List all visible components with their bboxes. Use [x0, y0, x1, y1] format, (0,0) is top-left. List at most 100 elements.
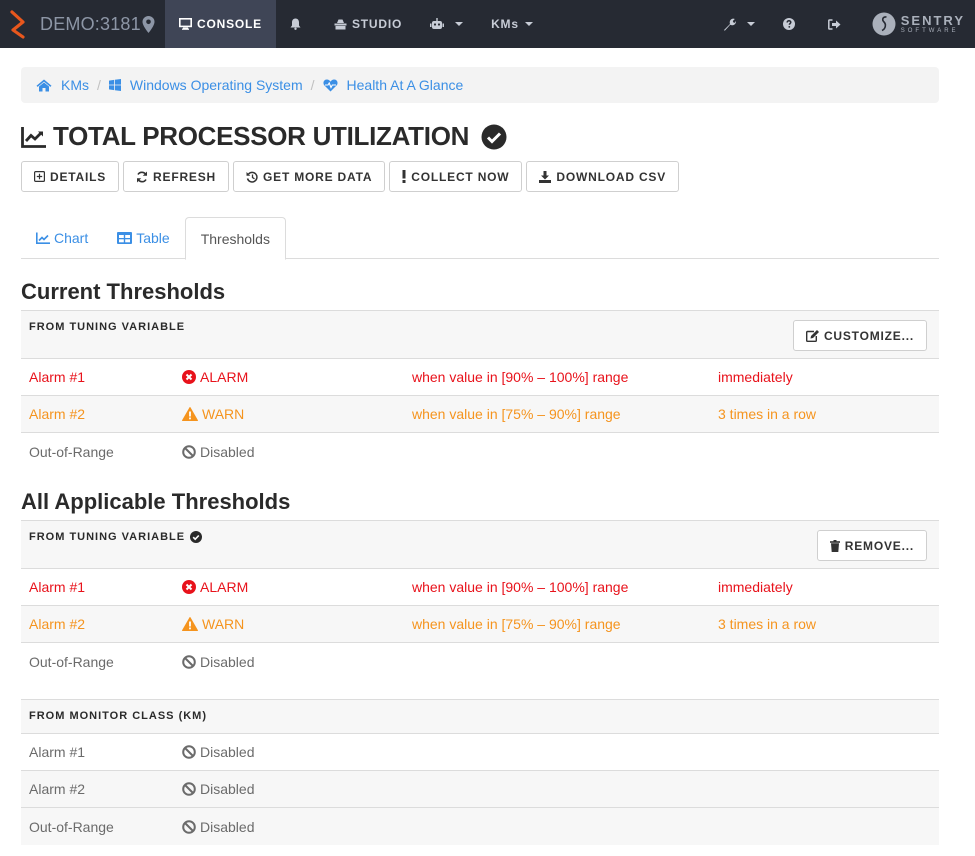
threshold-trigger: immediately	[718, 369, 793, 385]
source-text: FROM MONITOR CLASS (KM)	[29, 710, 208, 722]
host-name: DEMO:3181	[40, 13, 141, 34]
chevron-down-icon	[524, 22, 533, 26]
threshold-row: Alarm #2 Disabled	[21, 771, 939, 808]
line-chart-icon	[36, 232, 50, 244]
severity-label: WARN	[202, 616, 245, 632]
severity-label: Disabled	[200, 781, 255, 797]
breadcrumb-health-label: Health At A Glance	[346, 77, 464, 93]
customize-label: CUSTOMIZE...	[823, 328, 914, 343]
nav-kms-label: KMs	[491, 17, 519, 31]
tuning-source-header: FROM TUNING VARIABLE REMOVE...	[21, 520, 939, 569]
source-text: FROM TUNING VARIABLE	[29, 531, 186, 543]
threshold-severity: Disabled	[182, 781, 254, 797]
nav-settings-menu[interactable]	[709, 0, 769, 48]
monitor-class-thresholds-table: FROM MONITOR CLASS (KM) Alarm #1 Disable…	[21, 699, 939, 845]
breadcrumb-windows-os-label: Windows Operating System	[129, 77, 303, 93]
monitor-class-source-label: FROM MONITOR CLASS (KM)	[29, 710, 207, 722]
remove-label: REMOVE...	[844, 538, 914, 553]
threshold-condition: when value in [90% – 100%] range	[412, 579, 629, 595]
threshold-condition: when value in [75% – 90%] range	[412, 616, 621, 632]
sentry-logo: SENTRY SOFTWARE	[860, 12, 975, 36]
nav-notifications[interactable]	[276, 0, 320, 48]
remove-button[interactable]: REMOVE...	[816, 530, 927, 561]
home-icon	[36, 79, 52, 91]
threshold-row: Alarm #2 WARN when value in [75% – 90%] …	[21, 396, 939, 433]
tab-chart-label: Chart	[54, 230, 89, 246]
ban-icon	[182, 444, 196, 459]
plus-square-icon	[34, 171, 45, 182]
help-icon	[782, 18, 795, 30]
threshold-severity: WARN	[182, 616, 244, 632]
current-thresholds-title: Current Thresholds	[21, 279, 226, 304]
customize-button[interactable]: CUSTOMIZE...	[792, 320, 927, 351]
heartbeat-icon	[322, 79, 338, 91]
refresh-icon	[137, 171, 148, 182]
threshold-name: Alarm #2	[29, 616, 86, 632]
threshold-name: Out-of-Range	[29, 653, 114, 670]
details-button[interactable]: DETAILS	[21, 161, 120, 192]
windows-icon	[108, 79, 121, 91]
times-circle-icon	[182, 370, 196, 384]
tab-thresholds-label: Thresholds	[200, 230, 270, 247]
threshold-name: Alarm #1	[29, 579, 86, 595]
download-icon	[539, 170, 552, 183]
sentry-brand: SENTRY	[900, 12, 965, 28]
robot-icon	[430, 18, 445, 29]
breadcrumb-health[interactable]: Health At A Glance	[322, 77, 464, 93]
refresh-label: REFRESH	[153, 169, 216, 184]
download-csv-label: DOWNLOAD CSV	[556, 169, 667, 184]
page-title-text: TOTAL PROCESSOR UTILIZATION	[53, 121, 470, 151]
threshold-trigger: 3 times in a row	[718, 406, 817, 422]
severity-label: WARN	[202, 406, 245, 422]
tabs: Chart Table Thresholds	[21, 217, 939, 260]
threshold-severity: ALARM	[182, 369, 248, 385]
nav-studio[interactable]: STUDIO	[320, 0, 416, 48]
chevron-down-icon	[455, 22, 464, 26]
breadcrumb-separator: /	[310, 77, 315, 93]
tab-chart[interactable]: Chart	[21, 217, 103, 259]
get-more-data-button[interactable]: GET MORE DATA	[233, 161, 386, 192]
nav-studio-label: STUDIO	[351, 17, 403, 31]
collect-now-button[interactable]: COLLECT NOW	[389, 161, 523, 192]
refresh-button[interactable]: REFRESH	[123, 161, 229, 192]
nav-logout[interactable]	[814, 0, 860, 48]
severity-label: Disabled	[200, 653, 255, 670]
nav-help[interactable]	[769, 0, 814, 48]
threshold-condition: when value in [90% – 100%] range	[412, 369, 629, 385]
map-marker-icon	[142, 15, 155, 33]
top-navbar: DEMO:3181 CONSOLE STUDIO KMs SENTRY SOFT…	[0, 0, 975, 48]
nav-kms-menu[interactable]: KMs	[477, 0, 547, 48]
warning-icon	[182, 407, 198, 421]
breadcrumb-kms[interactable]: KMs	[36, 77, 89, 93]
warning-icon	[182, 617, 198, 631]
check-circle-icon	[190, 531, 203, 543]
edit-icon	[805, 329, 819, 342]
all-applicable-thresholds-title: All Applicable Thresholds	[21, 489, 291, 514]
line-chart-icon	[21, 126, 46, 148]
severity-label: Disabled	[200, 818, 255, 835]
threshold-trigger: immediately	[718, 579, 793, 595]
tab-table[interactable]: Table	[103, 217, 184, 259]
nav-robot-menu[interactable]	[416, 0, 477, 48]
threshold-row: Out-of-Range Disabled	[21, 643, 939, 680]
download-csv-button[interactable]: DOWNLOAD CSV	[526, 161, 680, 192]
threshold-row: Alarm #1 ALARM when value in [90% – 100%…	[21, 359, 939, 396]
wrench-icon	[723, 18, 736, 31]
ban-icon	[182, 819, 196, 834]
breadcrumb-windows-os[interactable]: Windows Operating System	[108, 77, 303, 93]
sentry-logo-icon	[872, 12, 896, 36]
collect-now-label: COLLECT NOW	[411, 169, 510, 184]
brand[interactable]: DEMO:3181	[0, 0, 165, 48]
threshold-severity: WARN	[182, 406, 244, 422]
threshold-name: Alarm #1	[29, 744, 86, 760]
current-source-label: FROM TUNING VARIABLE	[29, 321, 185, 333]
history-icon	[246, 171, 258, 183]
nav-console[interactable]: CONSOLE	[165, 0, 276, 48]
ban-icon	[182, 654, 196, 669]
threshold-trigger: 3 times in a row	[718, 616, 817, 632]
toolbar: DETAILS REFRESH GET MORE DATA COLLECT NO…	[21, 161, 683, 192]
threshold-name: Alarm #2	[29, 781, 86, 797]
current-thresholds-table: FROM TUNING VARIABLE CUSTOMIZE... Alarm …	[21, 310, 939, 470]
tab-thresholds[interactable]: Thresholds	[184, 217, 286, 260]
bell-icon	[290, 18, 301, 30]
